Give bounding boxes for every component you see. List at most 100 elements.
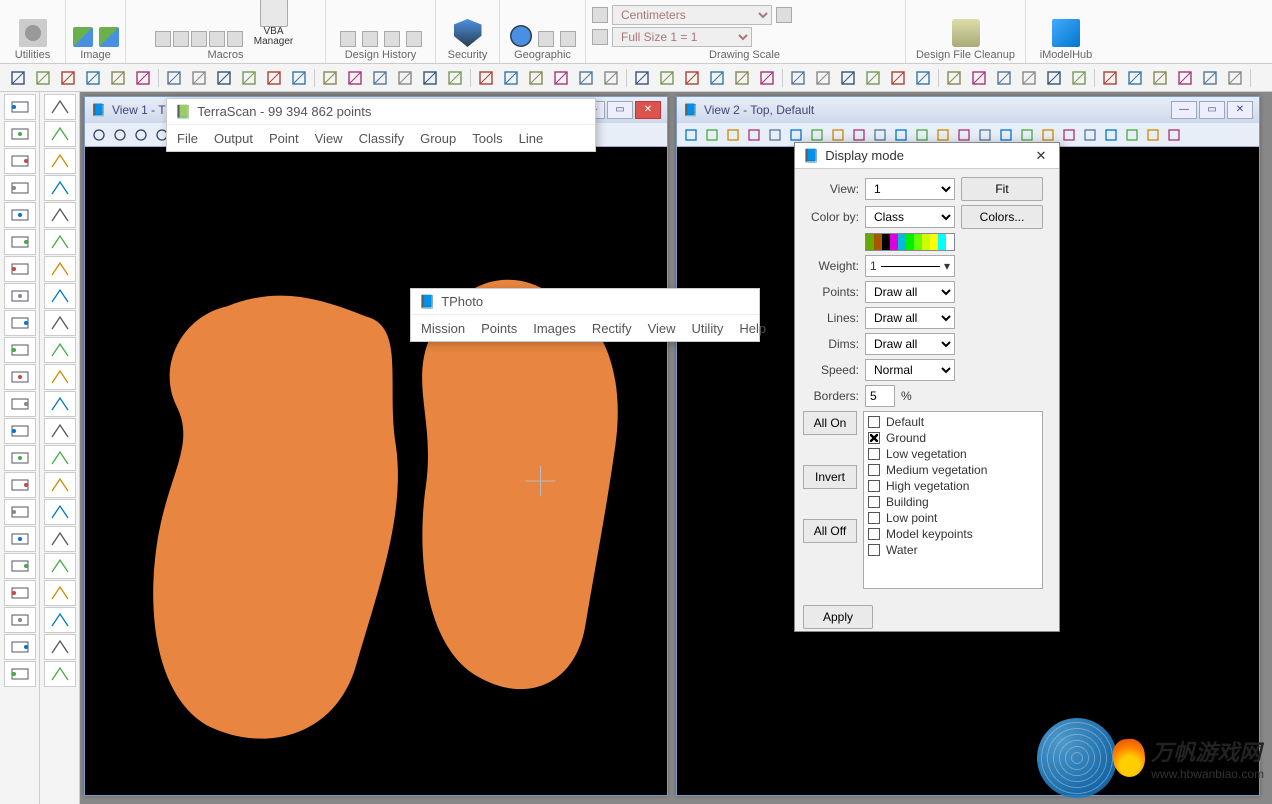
vtool-b-17[interactable] — [44, 553, 76, 579]
vtool-b-11[interactable] — [44, 391, 76, 417]
utilities-button[interactable] — [10, 19, 56, 47]
vtool-b-5[interactable] — [44, 229, 76, 255]
vtool-b-10[interactable] — [44, 364, 76, 390]
view2-tool-4[interactable] — [765, 125, 785, 145]
ts-menu-group[interactable]: Group — [420, 131, 456, 146]
vtool-a-9[interactable] — [4, 337, 36, 363]
terrascan-window[interactable]: 📗 TerraScan - 99 394 862 points File Out… — [166, 98, 596, 152]
scale-unit-select[interactable]: Centimeters — [612, 5, 772, 25]
history-icon[interactable] — [362, 31, 378, 47]
weight-select[interactable]: 1▾ — [865, 255, 955, 277]
view1-maximize[interactable]: ▭ — [607, 101, 633, 119]
tool-button-3[interactable] — [81, 67, 105, 89]
tool-button-27[interactable] — [705, 67, 729, 89]
colorby-select[interactable]: Class — [865, 206, 955, 228]
tool-button-14[interactable] — [368, 67, 392, 89]
tool-button-2[interactable] — [56, 67, 80, 89]
macro-icon[interactable] — [191, 31, 207, 47]
class-list[interactable]: DefaultGroundLow vegetationMedium vegeta… — [863, 411, 1043, 589]
view2-maximize[interactable]: ▭ — [1199, 101, 1225, 119]
tool-button-17[interactable] — [443, 67, 467, 89]
class-item[interactable]: Low vegetation — [866, 446, 1040, 462]
tool-button-24[interactable] — [630, 67, 654, 89]
display-mode-titlebar[interactable]: 📘 Display mode ✕ — [795, 143, 1059, 169]
vtool-b-0[interactable] — [44, 94, 76, 120]
class-item[interactable]: Building — [866, 494, 1040, 510]
tool-button-33[interactable] — [861, 67, 885, 89]
points-select[interactable]: Draw all — [865, 281, 955, 303]
tool-button-22[interactable] — [574, 67, 598, 89]
vtool-b-15[interactable] — [44, 499, 76, 525]
vtool-b-7[interactable] — [44, 283, 76, 309]
macro-icon[interactable] — [155, 31, 171, 47]
vtool-b-20[interactable] — [44, 634, 76, 660]
vtool-a-0[interactable] — [4, 94, 36, 120]
vtool-a-6[interactable] — [4, 256, 36, 282]
vtool-a-20[interactable] — [4, 634, 36, 660]
tool-button-15[interactable] — [393, 67, 417, 89]
view1-close[interactable]: ✕ — [635, 101, 661, 119]
vtool-a-4[interactable] — [4, 202, 36, 228]
scale-lock-icon[interactable] — [776, 7, 792, 23]
colors-button[interactable]: Colors... — [961, 205, 1043, 229]
checkbox-icon[interactable] — [868, 512, 880, 524]
tool-button-12[interactable] — [318, 67, 342, 89]
tool-button-30[interactable] — [786, 67, 810, 89]
vtool-b-18[interactable] — [44, 580, 76, 606]
ts-menu-tools[interactable]: Tools — [472, 131, 502, 146]
scale-value-select[interactable]: Full Size 1 = 1 — [612, 27, 752, 47]
tool-button-26[interactable] — [680, 67, 704, 89]
tp-menu-rectify[interactable]: Rectify — [592, 321, 632, 336]
vtool-b-2[interactable] — [44, 148, 76, 174]
terrascan-titlebar[interactable]: 📗 TerraScan - 99 394 862 points — [167, 99, 595, 125]
tool-button-5[interactable] — [131, 67, 155, 89]
ts-menu-output[interactable]: Output — [214, 131, 253, 146]
tp-menu-images[interactable]: Images — [533, 321, 576, 336]
class-item[interactable]: Ground — [866, 430, 1040, 446]
vtool-a-17[interactable] — [4, 553, 36, 579]
checkbox-icon[interactable] — [868, 464, 880, 476]
vba-manager-button[interactable]: VBA Manager — [251, 0, 297, 47]
vtool-b-16[interactable] — [44, 526, 76, 552]
display-mode-close[interactable]: ✕ — [1031, 146, 1051, 166]
tool-button-6[interactable] — [162, 67, 186, 89]
view2-titlebar[interactable]: 📘 View 2 - Top, Default — ▭ ✕ — [677, 97, 1259, 123]
class-item[interactable]: Water — [866, 542, 1040, 558]
vtool-b-1[interactable] — [44, 121, 76, 147]
tool-button-18[interactable] — [474, 67, 498, 89]
tool-button-38[interactable] — [992, 67, 1016, 89]
history-icon[interactable] — [406, 31, 422, 47]
tool-button-1[interactable] — [31, 67, 55, 89]
view2-tool-3[interactable] — [744, 125, 764, 145]
cleanup-button[interactable] — [943, 19, 989, 47]
tp-menu-utility[interactable]: Utility — [692, 321, 724, 336]
tool-button-20[interactable] — [524, 67, 548, 89]
globe-icon[interactable] — [510, 25, 532, 47]
vtool-b-21[interactable] — [44, 661, 76, 687]
vtool-b-6[interactable] — [44, 256, 76, 282]
tool-button-0[interactable] — [6, 67, 30, 89]
vtool-a-11[interactable] — [4, 391, 36, 417]
macro-icon[interactable] — [209, 31, 225, 47]
tool-button-36[interactable] — [942, 67, 966, 89]
view1-tool-0[interactable] — [89, 125, 109, 145]
tool-button-31[interactable] — [811, 67, 835, 89]
ts-menu-file[interactable]: File — [177, 131, 198, 146]
vtool-a-3[interactable] — [4, 175, 36, 201]
view2-tool-22[interactable] — [1143, 125, 1163, 145]
view2-close[interactable]: ✕ — [1227, 101, 1253, 119]
tp-menu-mission[interactable]: Mission — [421, 321, 465, 336]
vtool-b-19[interactable] — [44, 607, 76, 633]
vtool-a-5[interactable] — [4, 229, 36, 255]
vtool-a-1[interactable] — [4, 121, 36, 147]
view2-tool-1[interactable] — [702, 125, 722, 145]
tphoto-window[interactable]: 📘 TPhoto Mission Points Images Rectify V… — [410, 288, 760, 342]
tool-button-35[interactable] — [911, 67, 935, 89]
tool-button-37[interactable] — [967, 67, 991, 89]
view2-minimize[interactable]: — — [1171, 101, 1197, 119]
vtool-b-9[interactable] — [44, 337, 76, 363]
ts-menu-point[interactable]: Point — [269, 131, 299, 146]
dims-select[interactable]: Draw all — [865, 333, 955, 355]
ts-menu-classify[interactable]: Classify — [359, 131, 405, 146]
checkbox-icon[interactable] — [868, 480, 880, 492]
